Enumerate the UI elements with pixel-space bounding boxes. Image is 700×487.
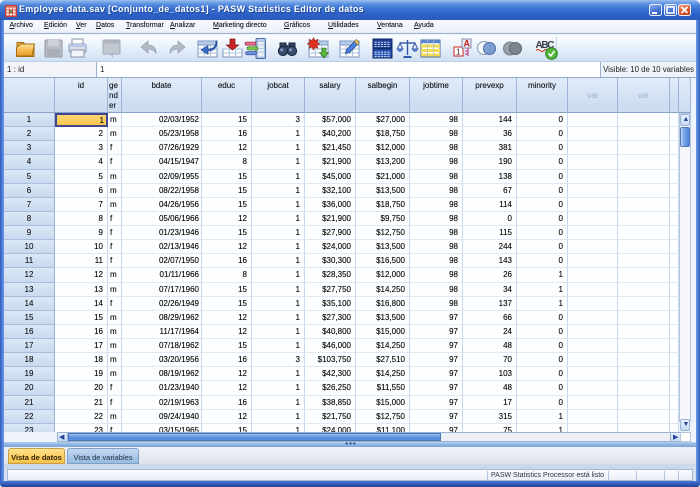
svg-text:A: A — [464, 39, 471, 49]
svg-text:1: 1 — [456, 48, 461, 57]
